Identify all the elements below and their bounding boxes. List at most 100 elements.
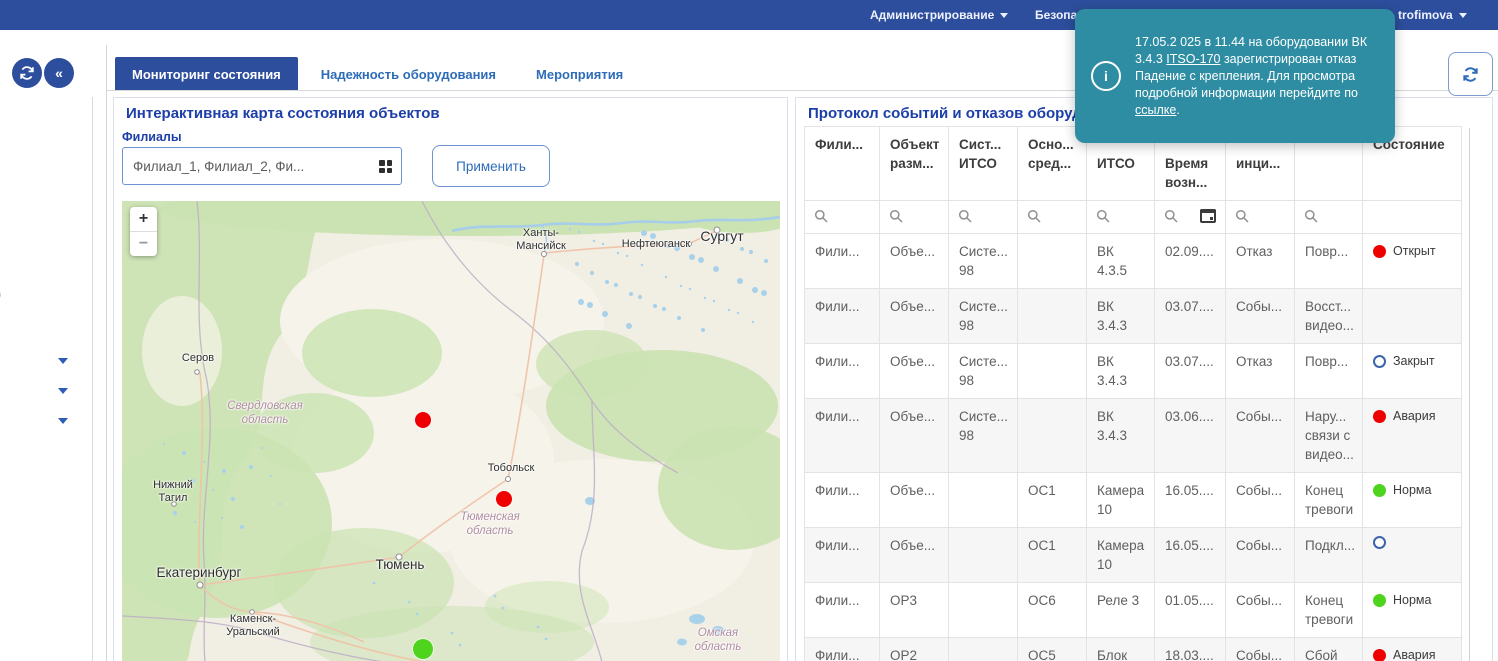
table-cell: Собы...	[1225, 398, 1295, 473]
chevron-down-icon[interactable]	[58, 418, 68, 424]
status-badge	[1373, 536, 1451, 549]
table-cell: Систе... 98	[948, 398, 1018, 473]
column-filter[interactable]	[879, 200, 949, 234]
search-icon[interactable]	[814, 209, 828, 223]
tab-monitoring[interactable]: Мониторинг состояния	[115, 57, 298, 91]
table-cell: Подкл...	[1294, 527, 1363, 583]
table-row[interactable]: Фили... Объе... Систе... 98 ВК 3.4.3 03.07..…	[804, 343, 1462, 399]
table-cell: Фили...	[804, 288, 880, 344]
tab-bar: Мониторинг состояния Надежность оборудов…	[115, 57, 640, 91]
table-cell: 03.06....	[1154, 398, 1226, 473]
rail-divider	[92, 97, 93, 661]
table-cell: Собы...	[1225, 637, 1295, 661]
search-icon[interactable]	[1235, 209, 1249, 223]
menu-administration[interactable]: Администрирование	[870, 0, 1009, 30]
table-cell: Фили...	[804, 637, 880, 661]
table-cell: Отказ	[1225, 343, 1295, 399]
table-cell: ВК 3.4.3	[1086, 343, 1155, 399]
column-header[interactable]: Объект разм...	[879, 126, 949, 201]
tab-reliability[interactable]: Надежность оборудования	[304, 57, 513, 91]
chevron-down-icon[interactable]	[58, 388, 68, 394]
status-label: Норма	[1393, 483, 1432, 497]
cell-text: Фили...	[815, 299, 860, 314]
details-link[interactable]: ссылке	[1135, 103, 1176, 117]
search-icon[interactable]	[1304, 209, 1318, 223]
branches-input[interactable]	[122, 147, 402, 185]
table-cell	[1017, 288, 1087, 344]
table-row[interactable]: Фили... Объе... Систе... 98 ВК 4.3.5 02.09..…	[804, 233, 1462, 289]
scrollbar-track[interactable]	[1469, 128, 1470, 661]
column-header[interactable]: Сист... ИТСО	[948, 126, 1018, 201]
cell-text: Собы...	[1236, 483, 1282, 498]
column-filter[interactable]	[948, 200, 1018, 234]
map-panel-title: Интерактивная карта состояния объектов	[126, 105, 440, 122]
zoom-in-button[interactable]: +	[130, 207, 157, 231]
column-filter[interactable]	[1225, 200, 1295, 234]
equipment-link[interactable]: ITSO-170	[1166, 52, 1220, 66]
cell-text: ОР2	[890, 648, 918, 661]
table-cell: Объе...	[879, 343, 949, 399]
column-filter[interactable]	[1294, 200, 1363, 234]
refresh-table-button[interactable]	[1448, 52, 1493, 96]
search-icon[interactable]	[1027, 209, 1041, 223]
map-marker-alarm[interactable]	[496, 491, 512, 507]
sidebar-refresh-button[interactable]	[12, 58, 42, 88]
column-filter[interactable]	[804, 200, 880, 234]
search-icon[interactable]	[958, 209, 972, 223]
table-cell: ВК 3.4.3	[1086, 288, 1155, 344]
cell-text: Отказ	[1236, 244, 1273, 259]
table-row[interactable]: Фили... Объе... ОС1 Камера 10 16.05.... Собы.…	[804, 527, 1462, 583]
cell-text: Систе... 98	[959, 409, 1008, 443]
table-row[interactable]: Фили... ОР3 ОС6 Реле 3 01.05.... Собы... Конец…	[804, 582, 1462, 638]
search-icon[interactable]	[889, 209, 903, 223]
search-icon[interactable]	[1096, 209, 1110, 223]
table-cell: ОР2	[879, 637, 949, 661]
cell-text: Объе...	[890, 409, 935, 424]
user-menu[interactable]: trofimova	[1398, 0, 1467, 30]
column-filter[interactable]	[1017, 200, 1087, 234]
table-cell: Камера 10	[1086, 472, 1155, 528]
cell-text: Систе... 98	[959, 354, 1008, 388]
map-marker-alarm[interactable]	[415, 412, 431, 428]
cell-text: ОС1	[1028, 538, 1056, 553]
tab-label: Мониторинг состояния	[132, 66, 281, 82]
table-row[interactable]: Фили... Объе... Систе... 98 ВК 3.4.3 03.07..…	[804, 288, 1462, 344]
cell-text: Собы...	[1236, 409, 1282, 424]
apply-button[interactable]: Применить	[432, 145, 550, 187]
collapse-panel-button[interactable]: «	[44, 58, 74, 88]
cell-text: ОС5	[1028, 648, 1056, 661]
map-marker-normal[interactable]	[413, 639, 433, 659]
column-header[interactable]: Фили...	[804, 126, 880, 201]
cell-text: 02.09....	[1165, 244, 1214, 259]
cell-text: Объе...	[890, 538, 935, 553]
tab-activities[interactable]: Мероприятия	[519, 57, 640, 91]
cell-text: Объе...	[890, 244, 935, 259]
table-row[interactable]: Фили... Объе... Систе... 98 ВК 3.4.3 03.06..…	[804, 398, 1462, 473]
cell-text: Восст... видео...	[1305, 299, 1354, 333]
column-filter	[1362, 200, 1462, 234]
grid-icon[interactable]	[379, 160, 392, 173]
column-header-label: Осно... сред...	[1028, 137, 1074, 171]
map-canvas	[122, 201, 780, 661]
column-filter[interactable]	[1154, 200, 1226, 234]
column-filter[interactable]	[1086, 200, 1155, 234]
cell-text: ОР3	[890, 593, 918, 608]
column-header-label: Объект разм...	[890, 137, 940, 171]
column-header-label: Сист... ИТСО	[959, 137, 1002, 171]
cell-text: 18.03....	[1165, 648, 1214, 661]
table-cell: Фили...	[804, 343, 880, 399]
chevron-down-icon[interactable]	[58, 358, 68, 364]
table-cell: Камера 10	[1086, 527, 1155, 583]
events-panel: Протокол событий и отказов оборудования …	[795, 97, 1493, 661]
cell-text: ВК 4.3.5	[1097, 244, 1128, 278]
calendar-icon[interactable]	[1200, 209, 1216, 223]
table-row[interactable]: Фили... Объе... ОС1 Камера 10 16.05.... Собы.…	[804, 472, 1462, 528]
search-icon[interactable]	[1164, 209, 1178, 223]
table-row[interactable]: Фили... ОР2 ОС5 Блок питания 18.03.... Собы..…	[804, 637, 1462, 661]
status-dot-icon	[1373, 484, 1386, 497]
cell-text: Камера 10	[1097, 538, 1145, 572]
zoom-out-button[interactable]: −	[130, 231, 157, 256]
cell-text: 16.05....	[1165, 538, 1214, 553]
table-cell: Объе...	[879, 527, 949, 583]
interactive-map[interactable]: Ханты- Мансийск Нефтеюганск Сургут Серов Све…	[122, 201, 780, 661]
